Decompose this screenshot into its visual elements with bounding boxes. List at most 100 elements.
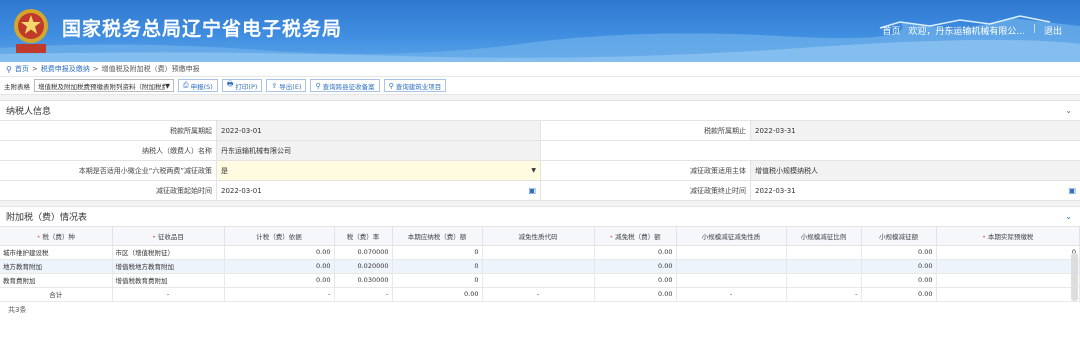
section-title: 附加税（费）情况表 — [6, 213, 88, 223]
export-label: 导出(E) — [279, 82, 302, 91]
cell-tax-type: 城市维护建设税 — [0, 245, 113, 260]
form-select[interactable]: 增值税及附加税费预缴表附列资料（附加税费情况表） ▼ — [34, 79, 174, 92]
cell-payable: 0 — [392, 245, 483, 260]
query-cross-county-button[interactable]: ⚲ 查询跨县征收备案 — [310, 79, 380, 92]
cell-exempt-amount[interactable]: 0.00 — [594, 273, 677, 288]
total-cell: - — [224, 287, 335, 302]
total-cell: 0 — [936, 287, 1080, 302]
column-header[interactable]: 税（费）率 — [334, 227, 393, 246]
breadcrumb-home[interactable]: 首页 — [15, 62, 29, 77]
cell-small-nature — [676, 273, 787, 288]
welcome-user[interactable]: 欢迎，丹东运输机械有限公... — [908, 24, 1025, 37]
cell-basis[interactable]: 0.00 — [224, 245, 335, 260]
column-header[interactable]: • 税（费）种 — [0, 227, 113, 246]
submit-label: 申报(S) — [190, 82, 213, 91]
column-header[interactable]: • 减免税（费）额 — [594, 227, 677, 246]
cell-exempt-code[interactable] — [482, 259, 595, 274]
column-header[interactable]: 本期应纳税（费）额 — [392, 227, 483, 246]
print-button[interactable]: 🖶 打印(P) — [221, 79, 263, 92]
surcharge-section-header[interactable]: 附加税（费）情况表 ⌄ — [0, 207, 1080, 227]
subject-label: 减征政策适用主体 — [540, 161, 750, 180]
form-select-value: 增值税及附加税费预缴表附列资料（附加税费情况表） — [38, 82, 165, 91]
policy-start-date[interactable]: 2022-03-01 ▣ — [216, 181, 540, 200]
cell-tax-type: 教育费附加 — [0, 273, 113, 288]
cell-actual-prepaid: 0 — [936, 245, 1080, 260]
period-end-field: 2022-03-31 — [750, 121, 1080, 140]
cell-small-ratio — [786, 273, 862, 288]
cell-basis[interactable]: 0.00 — [224, 259, 335, 274]
column-header[interactable]: 小规模减征减免性质 — [676, 227, 787, 246]
column-header[interactable]: 小规模减征比例 — [786, 227, 862, 246]
total-cell: 0.00 — [594, 287, 677, 302]
printer-icon: 🖶 — [226, 80, 234, 88]
form-row: 减征政策起始时间 2022-03-01 ▣ 减征政策终止时间 2022-03-3… — [0, 181, 1080, 201]
cell-actual-prepaid: 0 — [936, 259, 1080, 274]
cell-exempt-amount[interactable]: 0.00 — [594, 245, 677, 260]
period-end-label: 税款所属期止 — [540, 121, 750, 140]
top-links: 首页 欢迎，丹东运输机械有限公... | 退出 — [882, 24, 1062, 37]
policy-value: 是 — [221, 167, 228, 175]
site-header: 国家税务总局辽宁省电子税务局 首页 欢迎，丹东运输机械有限公... | 退出 — [0, 0, 1080, 62]
cell-exempt-code[interactable] — [482, 273, 595, 288]
calendar-icon[interactable]: ▣ — [528, 181, 536, 201]
total-label: 合计 — [0, 287, 113, 302]
cell-rate: 0.070000 — [334, 245, 393, 260]
table-row[interactable]: 地方教育附加 增值税地方教育附加 0.00 0.020000 0 0.00 0.… — [0, 259, 1080, 274]
logout-link[interactable]: 退出 — [1044, 24, 1062, 37]
cell-small-nature — [676, 245, 787, 260]
caret-down-icon: ▼ — [165, 81, 170, 90]
column-header[interactable]: 小规模减征额 — [861, 227, 937, 246]
table-row[interactable]: 教育费附加 增值税教育费附加 0.00 0.030000 0 0.00 0.00… — [0, 273, 1080, 288]
query-cross-county-label: 查询跨县征收备案 — [322, 82, 375, 91]
query-construction-label: 查询建筑业项目 — [395, 82, 442, 91]
cell-payable: 0 — [392, 273, 483, 288]
column-header[interactable]: 减免性质代码 — [482, 227, 595, 246]
export-button[interactable]: ⇪ 导出(E) — [266, 79, 307, 92]
surcharge-table: • 税（费）种 • 征收品目 计税（费）依据 税（费）率 本期应纳税（费）额 减免性… — [0, 227, 1080, 302]
period-start-label: 税款所属期起 — [0, 121, 216, 140]
form-row: 税款所属期起 2022-03-01 税款所属期止 2022-03-31 — [0, 121, 1080, 141]
form-select-label: 主附表格 — [4, 82, 30, 91]
cell-actual-prepaid: 0 — [936, 273, 1080, 288]
subject-field: 增值税小规模纳税人 — [750, 161, 1080, 180]
cell-basis[interactable]: 0.00 — [224, 273, 335, 288]
breadcrumb-separator: > — [92, 64, 99, 73]
cell-exempt-amount[interactable]: 0.00 — [594, 259, 677, 274]
divider: | — [1032, 24, 1036, 34]
query-construction-button[interactable]: ⚲ 查询建筑业项目 — [383, 79, 447, 92]
column-header[interactable]: • 本期实际预缴税 — [936, 227, 1080, 246]
submit-icon: ⎙ — [183, 81, 189, 89]
policy-select[interactable]: 是 ▼ — [216, 161, 540, 180]
chevron-down-icon[interactable]: ⌄ — [1065, 212, 1072, 221]
policy-end-value: 2022-03-31 — [755, 187, 796, 195]
print-label: 打印(P) — [235, 82, 258, 91]
cell-small-ratio — [786, 245, 862, 260]
required-mark: • — [982, 232, 986, 241]
breadcrumb: ⚲ 首页 > 税费申报及缴纳 > 增值税及附加税（费）预缴申报 — [0, 62, 1080, 77]
column-header[interactable]: • 征收品目 — [112, 227, 225, 246]
submit-button[interactable]: ⎙ 申报(S) — [178, 79, 218, 92]
calendar-icon[interactable]: ▣ — [1068, 181, 1076, 201]
caret-down-icon: ▼ — [531, 167, 536, 174]
tax-emblem-icon — [14, 9, 48, 53]
table-wrapper: • 税（费）种 • 征收品目 计税（费）依据 税（费）率 本期应纳税（费）额 减免性… — [0, 227, 1080, 302]
table-scrollbar[interactable] — [1071, 253, 1078, 301]
total-cell: - — [786, 287, 862, 302]
total-row: 合计 - - - 0.00 - 0.00 - - 0.00 0 — [0, 287, 1080, 302]
cell-item: 增值税教育费附加 — [112, 273, 225, 288]
search-icon: ⚲ — [388, 81, 394, 90]
breadcrumb-tax-filing[interactable]: 税费申报及缴纳 — [41, 62, 90, 77]
home-link[interactable]: 首页 — [882, 24, 900, 37]
chevron-down-icon[interactable]: ⌄ — [1065, 106, 1072, 115]
form-row: 纳税人（缴费人）名称 丹东运输机械有限公司 — [0, 141, 1080, 161]
empty-cell — [540, 141, 1080, 160]
column-header[interactable]: 计税（费）依据 — [224, 227, 335, 246]
table-row[interactable]: 城市维护建设税 市区（增值税附征） 0.00 0.070000 0 0.00 0… — [0, 245, 1080, 260]
policy-end-date[interactable]: 2022-03-31 ▣ — [750, 181, 1080, 200]
period-start-field: 2022-03-01 — [216, 121, 540, 140]
search-icon: ⚲ — [315, 81, 321, 90]
required-mark: • — [152, 232, 156, 241]
policy-start-value: 2022-03-01 — [221, 187, 262, 195]
cell-exempt-code[interactable] — [482, 245, 595, 260]
taxpayer-section-header[interactable]: 纳税人信息 ⌄ — [0, 101, 1080, 121]
